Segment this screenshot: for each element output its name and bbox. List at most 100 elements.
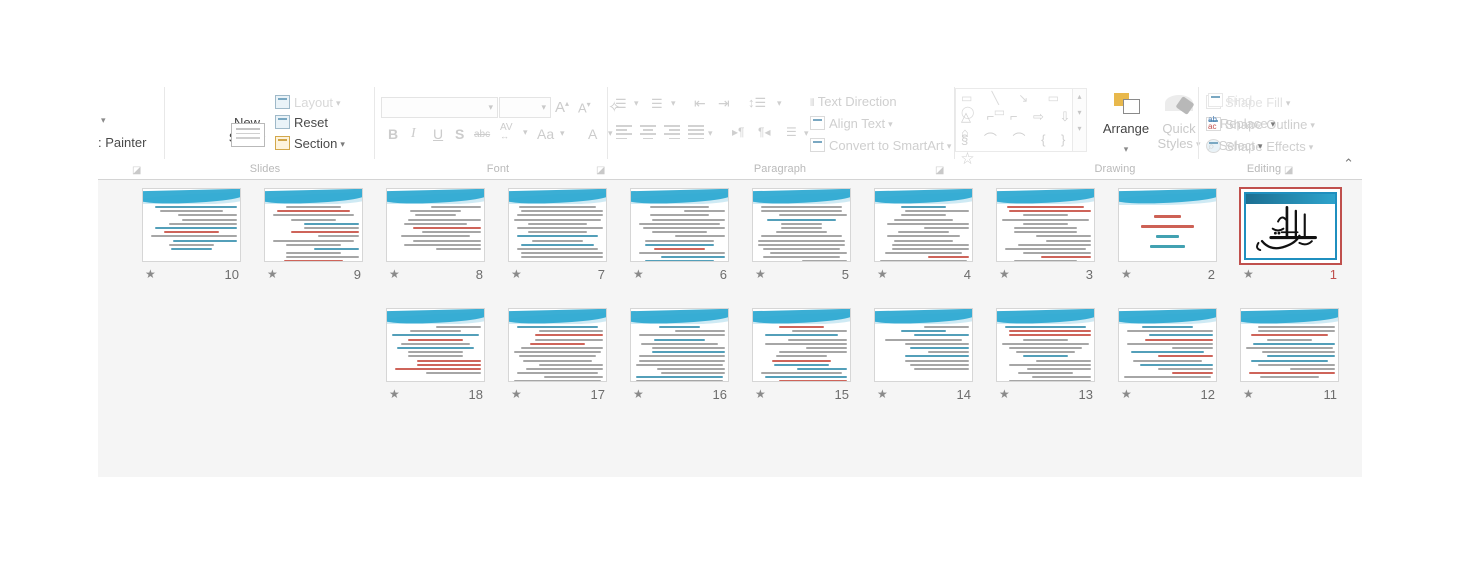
slide-thumbnail[interactable] — [386, 188, 485, 262]
slide-thumbnail[interactable] — [386, 308, 485, 382]
line-spacing-chevron-down-icon[interactable]: ▾ — [777, 99, 782, 108]
shapes-more-icon[interactable]: ▾ — [1073, 121, 1086, 137]
bold-button[interactable]: B — [388, 126, 398, 142]
slide-thumbnail[interactable] — [996, 188, 1095, 262]
slide-number: 2 — [1207, 267, 1215, 282]
star-transition-icon[interactable]: ★ — [1121, 268, 1132, 280]
star-transition-icon[interactable]: ★ — [633, 268, 644, 280]
slide-thumbnail-cell[interactable]: ★ 11 — [1232, 308, 1346, 408]
slide-thumbnail[interactable] — [264, 188, 363, 262]
slide-sorter-workspace[interactable]: ★ 10 ★ 9 ★ 8 ★ 7 ★ 6 ★ 5 ★ 4 ★ 3 ★ 2 ★ 1 ★ 18 ★ 17 ★ 16 ★ 15 ★ 14 ★ 13 ★… — [98, 180, 1362, 477]
star-transition-icon[interactable]: ★ — [1243, 268, 1254, 280]
shadow-label: S — [455, 126, 465, 142]
slide-thumbnail-cell[interactable]: ★ 13 — [988, 308, 1102, 408]
slide-thumbnail[interactable] — [874, 308, 973, 382]
slide-thumbnail-cell[interactable]: ★ 17 — [500, 308, 614, 408]
slide-thumbnail[interactable] — [752, 308, 851, 382]
slide-thumbnail-cell[interactable]: ★ 12 — [1110, 308, 1224, 408]
underline-button[interactable]: U — [433, 126, 443, 142]
star-transition-icon[interactable]: ★ — [633, 388, 644, 400]
slide-thumbnail[interactable] — [1118, 188, 1217, 262]
slide-thumbnail[interactable] — [508, 188, 607, 262]
justify-chevron-down-icon[interactable]: ▾ — [708, 129, 713, 138]
slide-thumbnail[interactable] — [508, 308, 607, 382]
slide-thumbnail[interactable] — [142, 188, 241, 262]
star-transition-icon[interactable]: ★ — [145, 268, 156, 280]
quick-styles-icon — [1165, 95, 1195, 117]
bullets-button[interactable]: ☰ — [615, 97, 627, 110]
slide-thumbnail[interactable] — [874, 188, 973, 262]
star-transition-icon[interactable]: ★ — [999, 388, 1010, 400]
slide-thumbnail-cell[interactable]: ★ 18 — [378, 308, 492, 408]
numbering-chevron-down-icon[interactable]: ▾ — [671, 99, 676, 108]
slide-thumbnail-selected[interactable] — [1239, 187, 1342, 265]
slide-thumbnail-cell[interactable]: ★ 8 — [378, 188, 492, 288]
slide-thumbnail[interactable] — [630, 308, 729, 382]
font-name-combo[interactable]: ▾ — [381, 97, 498, 118]
line-spacing-button[interactable]: ↕☰ — [748, 96, 766, 109]
align-right-button[interactable] — [664, 125, 680, 142]
shapes-scroll-up-icon[interactable]: ▴ — [1073, 89, 1086, 105]
star-transition-icon[interactable]: ★ — [999, 268, 1010, 280]
shapes-scroll-down-icon[interactable]: ▾ — [1073, 105, 1086, 121]
slide-meta-row: ★ 15 — [752, 387, 849, 403]
slide-thumbnail-cell[interactable]: ★ 2 — [1110, 188, 1224, 288]
slide-thumbnail-cell[interactable]: ★ 16 — [622, 308, 736, 408]
slide-thumbnail-cell[interactable]: ★ 7 — [500, 188, 614, 288]
star-transition-icon[interactable]: ★ — [877, 268, 888, 280]
find-button[interactable]: Find — [1208, 93, 1252, 107]
columns-button[interactable]: ☰ — [786, 126, 797, 138]
slide-thumbnail-cell[interactable]: ★ 3 — [988, 188, 1102, 288]
increase-indent-button[interactable]: ⇥ — [718, 96, 730, 110]
star-transition-icon[interactable]: ★ — [877, 388, 888, 400]
ltr-direction-button[interactable]: ▸¶ — [732, 126, 744, 138]
clipboard-caret-icon[interactable]: ▾ — [101, 115, 106, 126]
clipboard-dialog-launcher[interactable]: ◪ — [132, 166, 141, 176]
slide-thumbnail[interactable] — [1118, 308, 1217, 382]
bullets-chevron-down-icon[interactable]: ▾ — [634, 99, 639, 108]
columns-chevron-down-icon[interactable]: ▾ — [804, 129, 809, 138]
slide-thumbnail-cell[interactable]: ★ 4 — [866, 188, 980, 288]
quick-styles-button[interactable]: Quick Styles▾ — [1155, 95, 1203, 152]
shapes-gallery-scrollbar[interactable]: ▴ ▾ ▾ — [1072, 89, 1086, 151]
align-left-button[interactable] — [616, 125, 632, 142]
slide-thumbnail-cell[interactable]: ★ 15 — [744, 308, 858, 408]
slide-thumbnail[interactable] — [1240, 308, 1339, 382]
slide-thumbnail-cell[interactable]: ★ 10 — [134, 188, 248, 288]
star-transition-icon[interactable]: ★ — [755, 388, 766, 400]
star-transition-icon[interactable]: ★ — [511, 388, 522, 400]
justify-button[interactable] — [688, 125, 704, 142]
star-transition-icon[interactable]: ★ — [755, 268, 766, 280]
star-transition-icon[interactable]: ★ — [389, 268, 400, 280]
arrange-button[interactable]: Arrange ▾ — [1102, 93, 1150, 157]
italic-button[interactable]: I — [411, 126, 416, 142]
slide-body-text — [1244, 326, 1335, 379]
slide-thumbnail-cell[interactable]: ★ 5 — [744, 188, 858, 288]
slide-meta-row: ★ 16 — [630, 387, 727, 403]
collapse-ribbon-button[interactable]: ⌃ — [1343, 156, 1354, 172]
slide-thumbnail[interactable] — [996, 308, 1095, 382]
select-button[interactable]: ⌕ Select ▾ — [1208, 139, 1262, 152]
star-transition-icon[interactable]: ★ — [267, 268, 278, 280]
star-transition-icon[interactable]: ★ — [1243, 388, 1254, 400]
replace-button[interactable]: ab ac Replace ▾ — [1208, 116, 1275, 131]
slide-thumbnail-cell[interactable]: ★ 1 — [1232, 187, 1346, 288]
star-transition-icon[interactable]: ★ — [389, 388, 400, 400]
align-center-button[interactable] — [640, 125, 656, 142]
text-shadow-button[interactable]: S — [455, 126, 464, 142]
format-painter-button[interactable]: : Painter — [98, 135, 146, 150]
slide-thumbnail-cell[interactable]: ★ 14 — [866, 308, 980, 408]
slide-thumbnail[interactable] — [630, 188, 729, 262]
slide-thumbnail-cell[interactable]: ★ 6 — [622, 188, 736, 288]
strikethrough-button[interactable]: abc — [474, 129, 490, 140]
numbering-button[interactable]: ☰ — [651, 97, 663, 110]
arrange-chevron-down-icon[interactable]: ▾ — [1102, 142, 1150, 157]
shapes-gallery[interactable]: ▭ ╲ ↘ ▭ ◯ ▭ △ ⌐ ⌐ ⇨ ⇩ ⌂ § ⌒ ⌒ { } ☆ ▴ ▾ … — [955, 88, 1087, 166]
star-transition-icon[interactable]: ★ — [511, 268, 522, 280]
new-slide-button[interactable]: New Slide▾ — [219, 115, 275, 147]
slide-thumbnail-cell[interactable]: ★ 9 — [256, 188, 370, 288]
slide-thumbnail[interactable] — [752, 188, 851, 262]
decrease-indent-button[interactable]: ⇤ — [694, 96, 706, 110]
rtl-direction-button[interactable]: ¶◂ — [758, 126, 770, 138]
star-transition-icon[interactable]: ★ — [1121, 388, 1132, 400]
